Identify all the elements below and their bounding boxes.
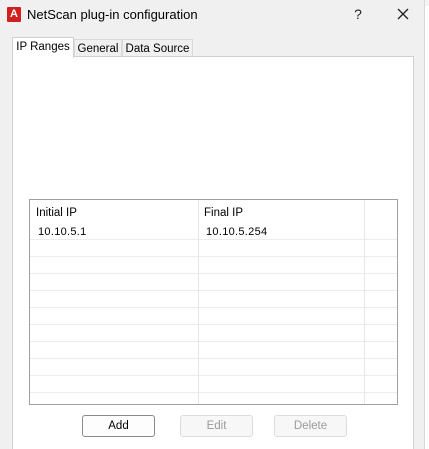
window-title: NetScan plug-in configuration	[27, 7, 198, 22]
tab-general[interactable]: General	[74, 39, 122, 57]
table-row-empty	[30, 342, 397, 359]
table-row-empty	[30, 274, 397, 291]
close-icon	[397, 8, 409, 20]
table-header: Initial IP Final IP	[30, 200, 397, 223]
app-logo-icon: A	[7, 7, 21, 22]
table-row-empty	[30, 291, 397, 308]
table-row-empty	[30, 325, 397, 342]
table-row-empty	[30, 359, 397, 376]
tab-ip-ranges[interactable]: IP Ranges	[12, 37, 74, 58]
column-divider	[198, 200, 199, 404]
add-button[interactable]: Add	[82, 415, 155, 437]
cell-initial-ip: 10.10.5.1	[38, 226, 87, 238]
table-row-empty	[30, 308, 397, 325]
delete-button[interactable]: Delete	[274, 415, 347, 437]
table-row-empty	[30, 376, 397, 393]
title-bar[interactable]: A NetScan plug-in configuration ?	[0, 0, 424, 30]
ip-ranges-table[interactable]: Initial IP Final IP 10.10.5.1 10.10.5.25…	[29, 199, 398, 405]
column-divider	[364, 200, 365, 404]
table-row-empty	[30, 240, 397, 257]
close-button[interactable]	[393, 2, 413, 26]
cell-final-ip: 10.10.5.254	[206, 226, 268, 238]
table-row[interactable]: 10.10.5.1 10.10.5.254	[30, 223, 397, 240]
table-row-empty	[30, 257, 397, 274]
edit-button[interactable]: Edit	[180, 415, 253, 437]
help-button[interactable]: ?	[348, 2, 368, 26]
column-header-initial-ip[interactable]: Initial IP	[30, 200, 198, 223]
column-header-final-ip[interactable]: Final IP	[198, 200, 364, 223]
tab-data-source[interactable]: Data Source	[122, 39, 193, 57]
config-dialog: A NetScan plug-in configuration ? IP Ran…	[0, 0, 425, 449]
